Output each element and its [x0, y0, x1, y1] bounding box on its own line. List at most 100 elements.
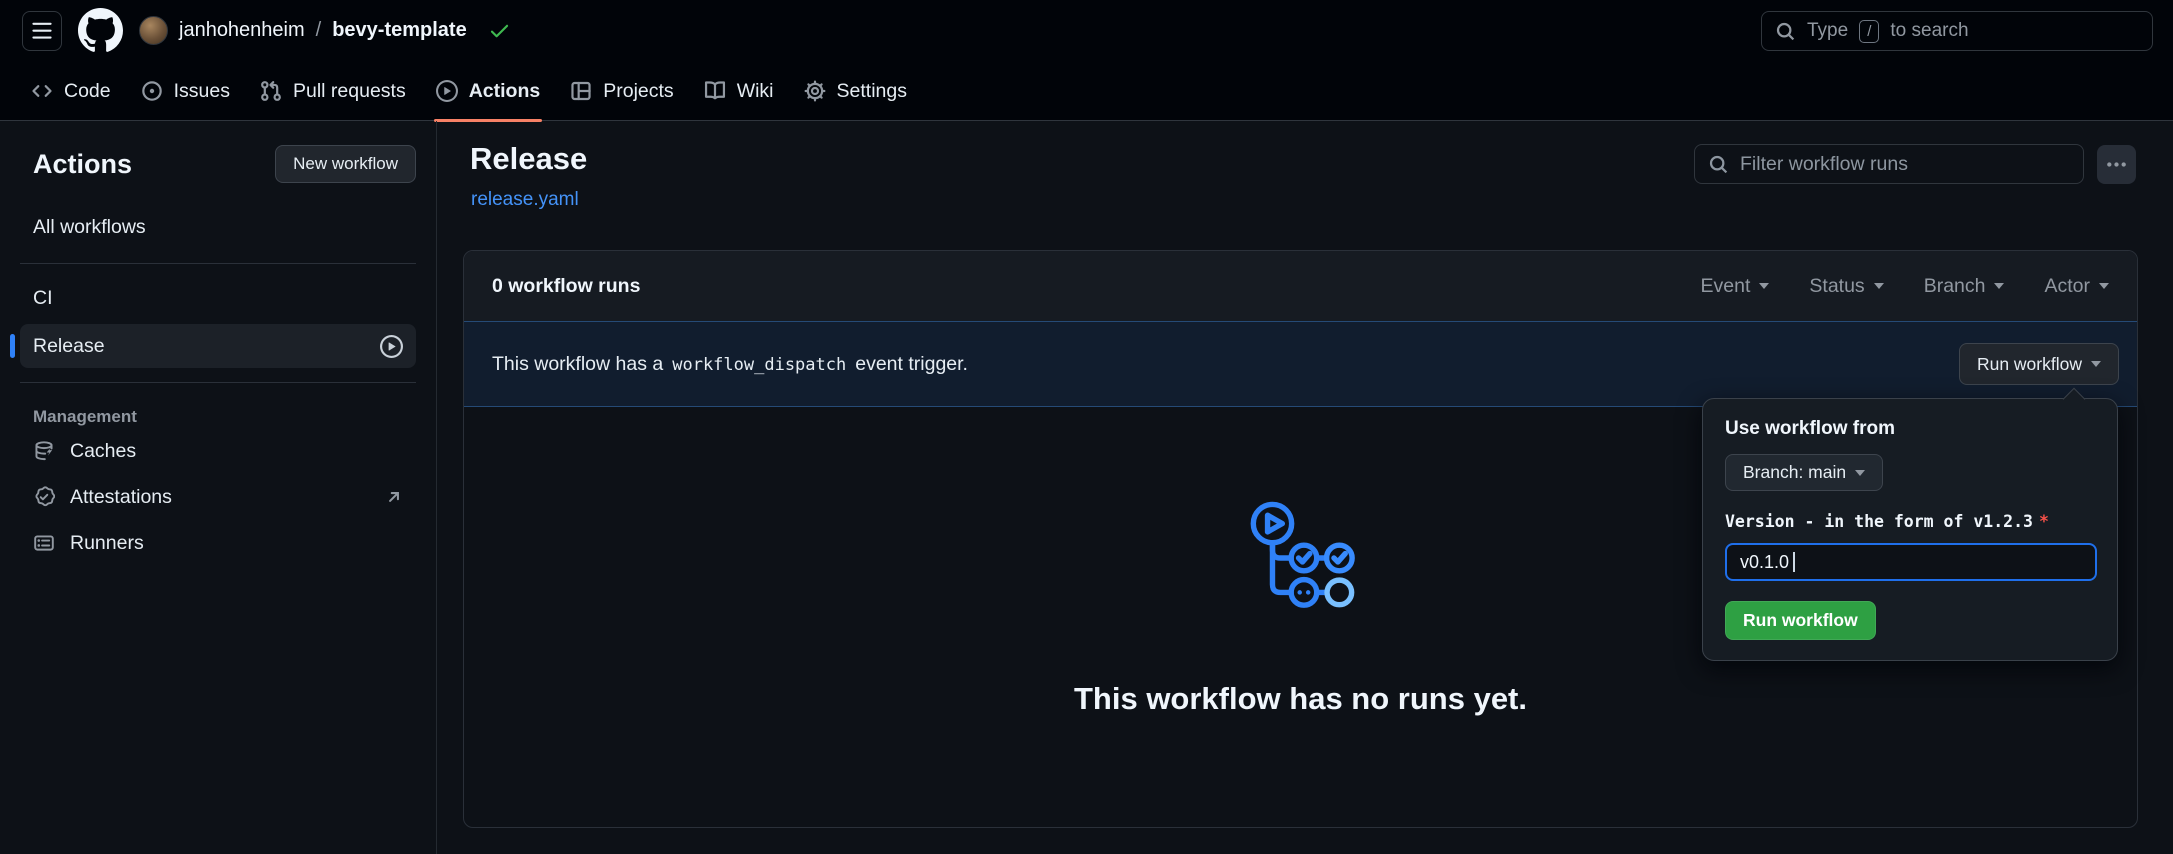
search-icon — [1708, 154, 1729, 175]
project-table-icon — [570, 80, 592, 102]
commit-status-check-icon[interactable] — [478, 19, 511, 42]
workflow-file-link[interactable]: release.yaml — [471, 189, 579, 211]
search-icon — [1775, 21, 1796, 42]
filter-placeholder: Filter workflow runs — [1740, 153, 1908, 176]
filter-label: Status — [1809, 275, 1864, 298]
runners-server-icon — [33, 532, 55, 554]
chevron-down-icon — [1855, 470, 1865, 476]
tab-label: Issues — [174, 80, 230, 103]
run-workflow-submit-button[interactable]: Run workflow — [1725, 601, 1876, 640]
popup-heading: Use workflow from — [1725, 418, 2095, 440]
global-search-input[interactable]: Type / to search — [1761, 11, 2153, 51]
sidebar-item-label: Caches — [70, 440, 136, 463]
slash-key-badge: / — [1859, 20, 1879, 43]
version-input[interactable] — [1725, 543, 2097, 581]
management-section-label: Management — [20, 407, 416, 427]
breadcrumb-owner[interactable]: janhohenheim — [179, 19, 305, 42]
github-logo-icon[interactable] — [78, 8, 123, 53]
sidebar-item-caches[interactable]: Caches — [20, 429, 416, 473]
sidebar-item-label: Release — [33, 335, 105, 358]
tab-wiki[interactable]: Wiki — [689, 61, 789, 121]
external-link-icon — [385, 488, 403, 506]
filter-label: Branch — [1924, 275, 1986, 298]
breadcrumb-repo[interactable]: bevy-template — [332, 19, 467, 42]
runs-count: 0 workflow runs — [492, 275, 640, 298]
banner-text-before: This workflow has a — [492, 353, 663, 376]
filter-workflow-runs-input[interactable]: Filter workflow runs — [1694, 144, 2084, 184]
chevron-down-icon — [1759, 283, 1769, 289]
sidebar-item-runners[interactable]: Runners — [20, 521, 416, 565]
actions-sidebar: Actions New workflow All workflows CI Re… — [0, 121, 437, 854]
issue-opened-icon — [141, 80, 163, 102]
sidebar-item-release[interactable]: Release — [20, 324, 416, 368]
repo-nav-tabs: Code Issues Pull requests Actions Projec… — [0, 61, 2173, 121]
runs-toolbar: Filter workflow runs — [1694, 144, 2136, 184]
tab-label: Settings — [837, 80, 907, 103]
header-top-row: janhohenheim / bevy-template Type / to s… — [0, 0, 2173, 61]
tab-issues[interactable]: Issues — [126, 61, 245, 121]
search-placeholder-prefix: Type — [1807, 20, 1848, 42]
tab-projects[interactable]: Projects — [555, 61, 688, 121]
sidebar-title: Actions — [33, 149, 132, 180]
version-label-text: Version - in the form of v1.2.3 — [1725, 512, 2033, 531]
sidebar-item-label: Runners — [70, 532, 144, 555]
run-workflow-label: Run workflow — [1977, 354, 2082, 375]
tab-label: Code — [64, 80, 111, 103]
chevron-down-icon — [2091, 361, 2101, 367]
filter-label: Actor — [2044, 275, 2090, 298]
workflow-dispatch-banner: This workflow has a workflow_dispatch ev… — [464, 321, 2137, 407]
chevron-down-icon — [1994, 283, 2004, 289]
code-icon — [31, 80, 53, 102]
event-filter-dropdown[interactable]: Event — [1701, 275, 1770, 298]
sidebar-item-ci[interactable]: CI — [20, 276, 416, 320]
tab-pull-requests[interactable]: Pull requests — [245, 61, 421, 121]
runs-filters: Event Status Branch Actor — [1701, 275, 2109, 298]
tab-label: Projects — [603, 80, 673, 103]
tab-label: Actions — [469, 80, 541, 103]
banner-code: workflow_dispatch — [672, 355, 846, 375]
search-placeholder-suffix: to search — [1890, 20, 1968, 42]
hamburger-menu-button[interactable] — [22, 11, 62, 51]
workflow-options-button[interactable] — [2097, 145, 2136, 184]
git-pull-request-icon — [260, 80, 282, 102]
sidebar-divider — [20, 263, 416, 264]
workflow-page-title: Release — [470, 141, 587, 177]
verified-badge-icon — [33, 486, 55, 508]
tab-settings[interactable]: Settings — [789, 61, 922, 121]
filter-label: Event — [1701, 275, 1751, 298]
kebab-horizontal-icon — [2105, 153, 2128, 176]
sidebar-item-label: Attestations — [70, 486, 172, 509]
required-asterisk: * — [2039, 512, 2049, 531]
selected-indicator — [10, 334, 15, 358]
version-input-wrapper — [1725, 543, 2095, 581]
branch-filter-dropdown[interactable]: Branch — [1924, 275, 2005, 298]
app-header: janhohenheim / bevy-template Type / to s… — [0, 0, 2173, 121]
run-workflow-popup: Use workflow from Branch: main Version -… — [1702, 398, 2118, 661]
workflow-dispatch-play-icon[interactable] — [380, 335, 403, 358]
chevron-down-icon — [2099, 283, 2109, 289]
cache-database-icon — [33, 440, 55, 462]
tab-label: Pull requests — [293, 80, 406, 103]
play-circle-icon — [436, 80, 458, 102]
sidebar-divider — [20, 382, 416, 383]
workflow-graph-illustration — [1242, 499, 1360, 617]
sidebar-item-attestations[interactable]: Attestations — [20, 475, 416, 519]
owner-avatar[interactable] — [139, 16, 168, 45]
tab-actions[interactable]: Actions — [421, 61, 556, 121]
chevron-down-icon — [1874, 283, 1884, 289]
version-field-label: Version - in the form of v1.2.3 * — [1725, 512, 2095, 531]
new-workflow-button[interactable]: New workflow — [275, 145, 416, 183]
branch-select-label: Branch: main — [1743, 462, 1846, 483]
status-filter-dropdown[interactable]: Status — [1809, 275, 1883, 298]
dispatch-banner-text: This workflow has a workflow_dispatch ev… — [492, 353, 968, 376]
hamburger-icon — [31, 20, 53, 42]
run-workflow-dropdown-button[interactable]: Run workflow — [1959, 343, 2119, 385]
runs-table-header: 0 workflow runs Event Status Branch Acto… — [464, 251, 2137, 321]
actor-filter-dropdown[interactable]: Actor — [2044, 275, 2109, 298]
text-cursor — [1793, 552, 1795, 572]
branch-select-button[interactable]: Branch: main — [1725, 454, 1883, 491]
no-runs-message: This workflow has no runs yet. — [1074, 681, 1527, 717]
breadcrumb-separator: / — [316, 19, 322, 42]
tab-code[interactable]: Code — [16, 61, 126, 121]
sidebar-item-all-workflows[interactable]: All workflows — [20, 205, 416, 249]
